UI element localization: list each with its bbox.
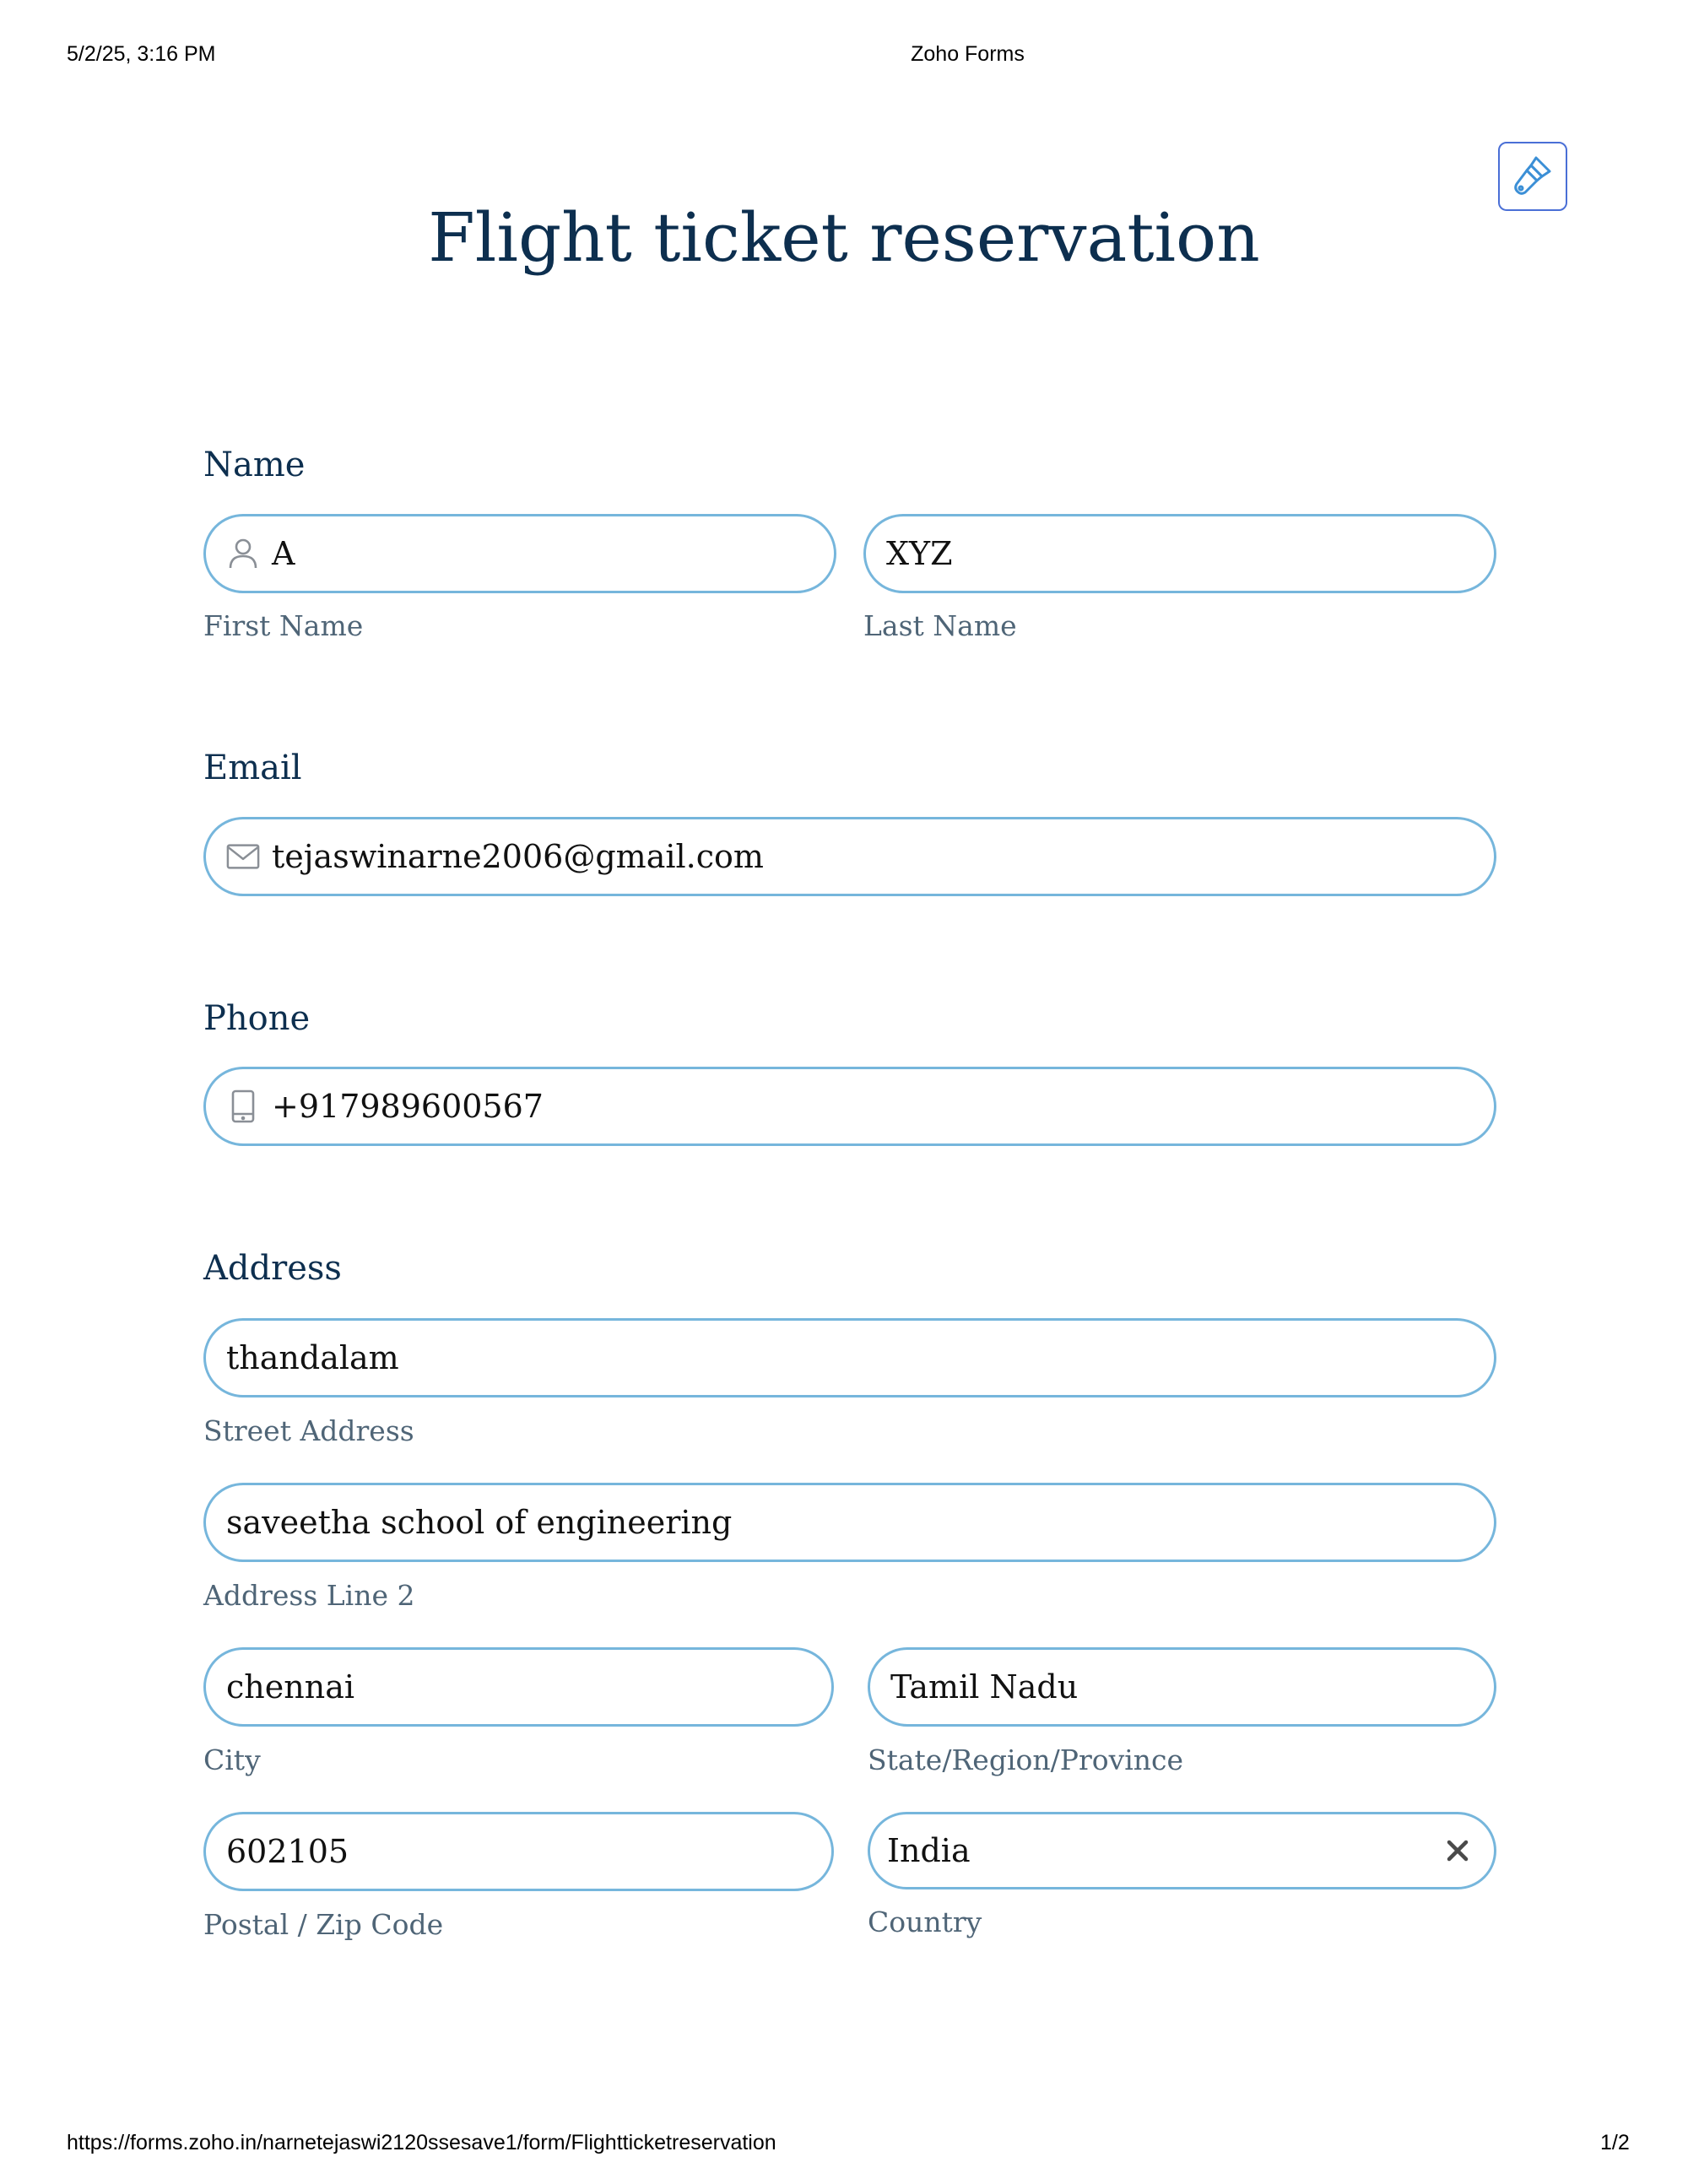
last-name-value: XYZ	[886, 535, 953, 572]
print-page-number: 1/2	[1600, 2131, 1630, 2154]
country-value: India	[887, 1832, 971, 1869]
street-address-value: thandalam	[226, 1339, 399, 1376]
first-name-value: A	[272, 535, 295, 572]
first-name-input[interactable]: A	[203, 514, 836, 593]
address-line2-sublabel: Address Line 2	[203, 1579, 415, 1612]
address-line2-value: saveetha school of engineering	[226, 1504, 733, 1541]
form-title: Flight ticket reservation	[428, 198, 1260, 277]
zip-code-input[interactable]: 602105	[203, 1812, 834, 1891]
close-icon[interactable]	[1443, 1836, 1472, 1865]
envelope-icon	[226, 840, 260, 873]
city-value: chennai	[226, 1668, 354, 1706]
phone-input[interactable]: +917989600567	[203, 1067, 1496, 1146]
first-name-sublabel: First Name	[203, 609, 364, 642]
mobile-phone-icon	[226, 1089, 260, 1123]
address-label: Address	[203, 1249, 342, 1288]
name-label: Name	[203, 446, 306, 484]
phone-value: +917989600567	[272, 1088, 544, 1125]
email-input[interactable]: tejaswinarne2006@gmail.com	[203, 817, 1496, 896]
paint-brush-icon	[1511, 153, 1555, 200]
person-icon	[226, 537, 260, 570]
street-address-sublabel: Street Address	[203, 1414, 414, 1447]
phone-label: Phone	[203, 999, 311, 1038]
email-label: Email	[203, 749, 302, 787]
state-input[interactable]: Tamil Nadu	[868, 1647, 1496, 1727]
email-value: tejaswinarne2006@gmail.com	[272, 838, 764, 875]
zip-code-sublabel: Postal / Zip Code	[203, 1908, 444, 1941]
last-name-input[interactable]: XYZ	[863, 514, 1496, 593]
print-page-title: Zoho Forms	[911, 42, 1025, 66]
last-name-sublabel: Last Name	[863, 609, 1017, 642]
state-sublabel: State/Region/Province	[868, 1743, 1184, 1776]
city-sublabel: City	[203, 1743, 261, 1776]
print-url: https://forms.zoho.in/narnetejaswi2120ss…	[67, 2131, 776, 2154]
street-address-input[interactable]: thandalam	[203, 1318, 1496, 1397]
country-select[interactable]: India	[868, 1812, 1496, 1889]
zip-code-value: 602105	[226, 1833, 349, 1870]
state-value: Tamil Nadu	[890, 1668, 1079, 1706]
city-input[interactable]: chennai	[203, 1647, 834, 1727]
address-line2-input[interactable]: saveetha school of engineering	[203, 1483, 1496, 1562]
country-sublabel: Country	[868, 1906, 982, 1938]
